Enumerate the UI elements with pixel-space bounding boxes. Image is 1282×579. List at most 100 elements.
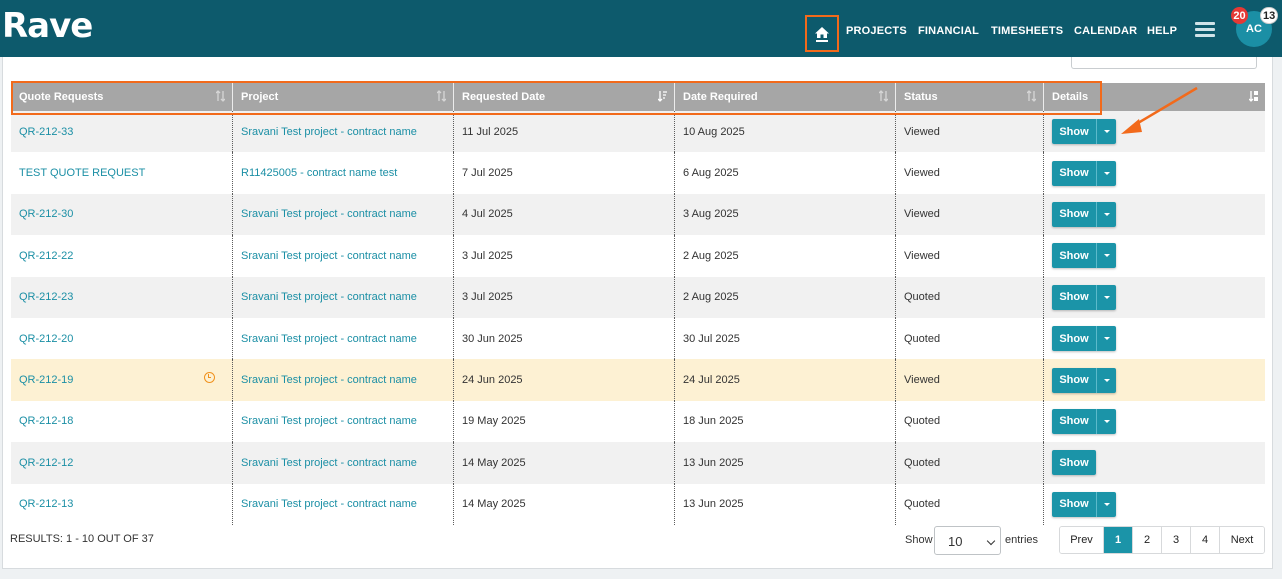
quote-request-link[interactable]: QR-212-23 (19, 291, 73, 303)
pager-prev[interactable]: Prev (1060, 527, 1104, 553)
nav-timesheets[interactable]: TIMESHEETS (991, 25, 1063, 37)
quote-request-cell: QR-212-13 (11, 483, 233, 525)
nav-projects[interactable]: PROJECTS (846, 25, 907, 37)
quote-request-cell: QR-212-19 (11, 359, 233, 401)
pager-next[interactable]: Next (1220, 527, 1264, 553)
message-badge[interactable]: 13 (1260, 7, 1279, 24)
project-link[interactable]: Sravani Test project - contract name (241, 498, 417, 510)
requested-date-cell: 24 Jun 2025 (454, 359, 675, 401)
pager-page-1[interactable]: 1 (1104, 527, 1133, 553)
show-button[interactable]: Show (1052, 491, 1096, 517)
project-link[interactable]: Sravani Test project - contract name (241, 291, 417, 303)
project-link[interactable]: Sravani Test project - contract name (241, 415, 417, 427)
status-cell: Viewed (896, 152, 1044, 194)
quote-request-link[interactable]: TEST QUOTE REQUEST (19, 167, 145, 179)
details-dropdown-toggle[interactable] (1096, 119, 1116, 145)
menu-icon[interactable] (1195, 22, 1215, 38)
nav-help[interactable]: HELP (1147, 25, 1177, 37)
show-button[interactable]: Show (1052, 243, 1096, 269)
home-button[interactable] (805, 15, 839, 52)
project-link[interactable]: Sravani Test project - contract name (241, 333, 417, 345)
quote-request-cell: TEST QUOTE REQUEST (11, 152, 233, 194)
status-cell: Viewed (896, 193, 1044, 236)
quote-request-link[interactable]: QR-212-20 (19, 333, 73, 345)
sort-icon (879, 90, 888, 102)
pager-page-3[interactable]: 3 (1162, 527, 1191, 553)
search-input[interactable] (1071, 57, 1257, 69)
show-button[interactable]: Show (1052, 284, 1096, 310)
details-button-group: Show (1052, 201, 1116, 227)
details-cell: Show (1044, 484, 1265, 525)
project-link[interactable]: Sravani Test project - contract name (241, 126, 417, 138)
project-cell: Sravani Test project - contract name (233, 111, 454, 153)
table-row: QR-212-30 Sravani Test project - contract… (11, 193, 1265, 236)
quote-request-link[interactable]: QR-212-22 (19, 250, 73, 262)
quote-request-link[interactable]: QR-212-18 (19, 415, 73, 427)
entries-select[interactable]: 10 (934, 526, 1001, 555)
details-dropdown-toggle[interactable] (1096, 408, 1116, 434)
details-dropdown-toggle[interactable] (1096, 367, 1116, 393)
date-required-cell: 10 Aug 2025 (675, 111, 896, 153)
status-cell: Quoted (896, 483, 1044, 525)
show-button[interactable]: Show (1052, 408, 1096, 434)
table-row: QR-212-33 Sravani Test project - contract… (11, 111, 1265, 153)
quote-request-cell: QR-212-23 (11, 276, 233, 318)
details-dropdown-toggle[interactable] (1096, 491, 1116, 517)
project-cell: Sravani Test project - contract name (233, 193, 454, 236)
quote-request-link[interactable]: QR-212-19 (19, 374, 73, 386)
project-link[interactable]: Sravani Test project - contract name (241, 374, 417, 386)
date-required-cell: 24 Jul 2025 (675, 359, 896, 401)
results-count: RESULTS: 1 - 10 OUT OF 37 (10, 533, 154, 545)
project-link[interactable]: R11425005 - contract name test (241, 167, 397, 179)
details-button-group: Show (1052, 450, 1096, 476)
project-cell: Sravani Test project - contract name (233, 442, 454, 484)
column-header-requested-date[interactable]: Requested Date (454, 83, 675, 111)
column-header-quote-requests[interactable]: Quote Requests (11, 83, 233, 111)
date-required-cell: 18 Jun 2025 (675, 400, 896, 443)
pager-page-4[interactable]: 4 (1191, 527, 1220, 553)
details-dropdown-toggle[interactable] (1096, 201, 1116, 227)
requested-date-cell: 11 Jul 2025 (454, 111, 675, 153)
project-link[interactable]: Sravani Test project - contract name (241, 457, 417, 469)
show-button[interactable]: Show (1052, 450, 1096, 476)
details-button-group: Show (1052, 284, 1116, 310)
table-row: QR-212-19 Sravani Test project - contract… (11, 359, 1265, 401)
app-logo[interactable]: Rave (2, 6, 93, 46)
status-cell: Quoted (896, 400, 1044, 443)
quote-request-link[interactable]: QR-212-33 (19, 126, 73, 138)
requested-date-cell: 4 Jul 2025 (454, 193, 675, 236)
project-link[interactable]: Sravani Test project - contract name (241, 250, 417, 262)
details-dropdown-toggle[interactable] (1096, 243, 1116, 269)
show-button[interactable]: Show (1052, 160, 1096, 186)
project-link[interactable]: Sravani Test project - contract name (241, 208, 417, 220)
quote-request-link[interactable]: QR-212-13 (19, 498, 73, 510)
notification-badge[interactable]: 20 (1231, 7, 1248, 24)
details-dropdown-toggle[interactable] (1096, 326, 1116, 352)
requested-date-cell: 19 May 2025 (454, 400, 675, 443)
quote-requests-panel: Quote Requests Project Requested Date Da… (2, 57, 1273, 569)
quote-request-link[interactable]: QR-212-30 (19, 208, 73, 220)
column-header-project[interactable]: Project (233, 83, 454, 111)
nav-financial[interactable]: FINANCIAL (918, 25, 979, 37)
details-dropdown-toggle[interactable] (1096, 160, 1116, 186)
column-header-status[interactable]: Status (896, 83, 1044, 111)
show-button[interactable]: Show (1052, 367, 1096, 393)
show-button[interactable]: Show (1052, 201, 1096, 227)
date-required-cell: 30 Jul 2025 (675, 317, 896, 360)
details-dropdown-toggle[interactable] (1096, 284, 1116, 310)
date-required-cell: 13 Jun 2025 (675, 442, 896, 484)
show-button[interactable]: Show (1052, 326, 1096, 352)
pager-page-2[interactable]: 2 (1133, 527, 1162, 553)
pagination: Prev 1 2 3 4 Next (1059, 526, 1265, 554)
table-row: QR-212-23 Sravani Test project - contract… (11, 276, 1265, 318)
column-header-date-required[interactable]: Date Required (675, 83, 896, 111)
project-cell: Sravani Test project - contract name (233, 359, 454, 401)
show-button[interactable]: Show (1052, 119, 1096, 145)
details-button-group: Show (1052, 119, 1116, 145)
quote-request-link[interactable]: QR-212-12 (19, 457, 73, 469)
requested-date-cell: 14 May 2025 (454, 442, 675, 484)
nav-calendar[interactable]: CALENDAR (1074, 25, 1137, 37)
details-button-group: Show (1052, 491, 1116, 517)
details-button-group: Show (1052, 367, 1116, 393)
column-header-details[interactable]: Details (1044, 83, 1265, 111)
